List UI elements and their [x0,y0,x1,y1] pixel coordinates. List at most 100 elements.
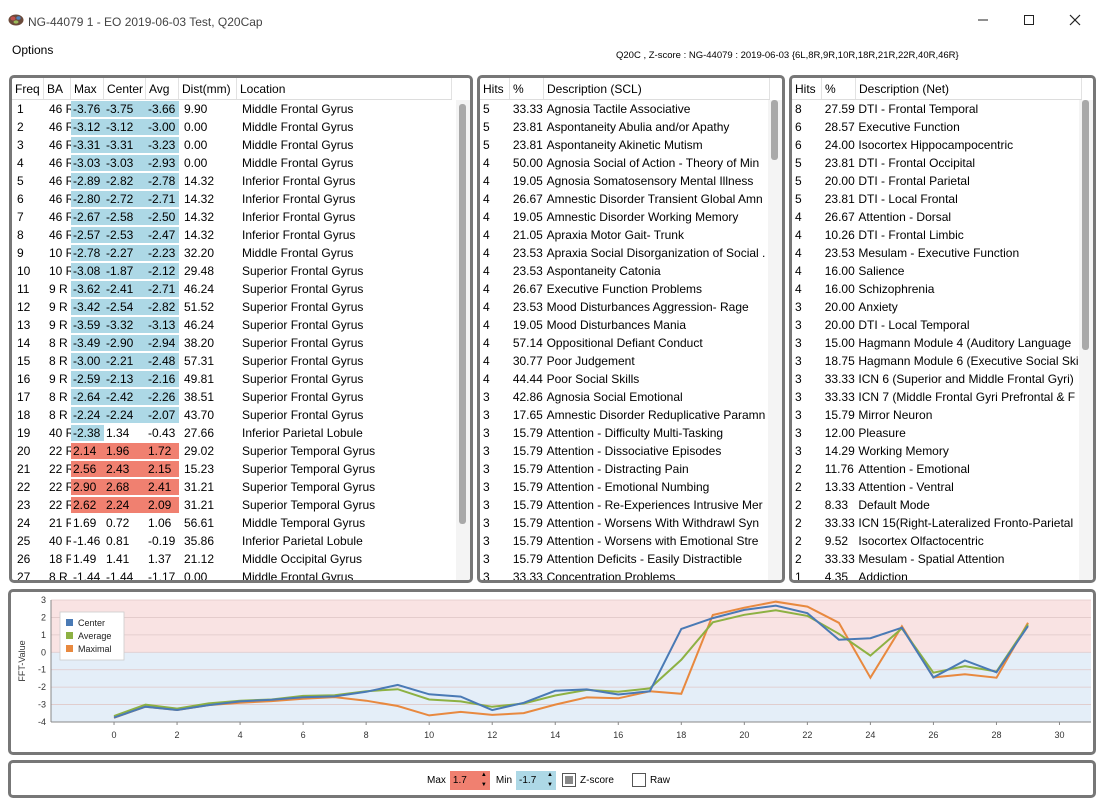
list-item[interactable]: 6 28.57 Executive Function [792,118,1079,136]
list-item[interactable]: 3 20.00 Anxiety [792,298,1079,316]
list-item[interactable]: 4 19.05 Amnestic Disorder Working Memory [480,208,768,226]
arrow-down-icon[interactable]: ▼ [481,782,487,788]
list-item[interactable]: 4 26.67 Attention - Dorsal [792,208,1079,226]
list-item[interactable]: 3 15.79 Attention - Dissociative Episodes [480,442,768,460]
region-scrollbar[interactable] [456,100,470,580]
list-item[interactable]: 5 33.33 Agnosia Tactile Associative [480,100,768,118]
list-item[interactable]: 4 57.14 Oppositional Defiant Conduct [480,334,768,352]
net-col-header[interactable]: Hits [792,78,822,99]
net-col-header[interactable]: Description (Net) [856,78,1082,99]
arrow-up-icon[interactable]: ▲ [481,772,487,778]
menu-options[interactable]: Options [12,43,53,57]
list-item[interactable]: 3 20.00 DTI - Local Temporal [792,316,1079,334]
region-col-header[interactable]: Avg [146,78,179,99]
table-row[interactable]: 1 46 R-3.76-3.75-3.66 9.90 Middle Frontal G… [12,100,456,118]
max-stepper-arrows[interactable]: ▲ ▼ [477,770,490,790]
list-item[interactable]: 3 15.79 Attention - Worsens with Emotional… [480,532,768,550]
table-row[interactable]: 18 8 R -2.24 -2.24 -2.07 43.70 Superior Fronta… [12,406,456,424]
raw-checkbox[interactable] [631,773,646,787]
table-row[interactable]: 12 9 R -3.42 -2.54 -2.82 51.52 Superior Fronta… [12,298,456,316]
table-row[interactable]: 23 22 R2.622.242.09 31.21 Superior Temporal… [12,496,456,514]
scl-col-header[interactable]: Description (SCL) [544,78,770,99]
list-item[interactable]: 4 16.00 Schizophrenia [792,280,1079,298]
minimize-button[interactable] [960,0,1006,40]
table-row[interactable]: 17 8 R -2.64 -2.42 -2.26 38.51 Superior Fronta… [12,388,456,406]
arrow-down-icon[interactable]: ▼ [547,782,553,788]
list-item[interactable]: 4 26.67 Executive Function Problems [480,280,768,298]
table-row[interactable]: 21 22 R2.562.432.15 15.23 Superior Temporal… [12,460,456,478]
table-row[interactable]: 27 8 R -1.44 -1.44 -1.17 0.00 Middle Frontal G… [12,568,456,580]
table-row[interactable]: 5 46 R-2.89-2.82-2.78 14.32 Inferior Fronta… [12,172,456,190]
region-col-header[interactable]: BA [44,78,71,99]
list-item[interactable]: 4 19.05 Mood Disturbances Mania [480,316,768,334]
list-item[interactable]: 2 8.33 Default Mode [792,496,1079,514]
table-row[interactable]: 20 22 R2.141.961.72 29.02 Superior Temporal… [12,442,456,460]
max-value[interactable]: 1.7 [449,770,478,790]
min-stepper[interactable]: -1.7 ▲ ▼ [516,770,557,790]
list-item[interactable]: 3 33.33 Concentration Problems [480,568,768,580]
zscore-checkbox[interactable] [562,773,577,787]
max-stepper[interactable]: 1.7 ▲ ▼ [449,770,490,790]
table-row[interactable]: 10 10 R-3.08-1.87-2.12 29.48 Superior Front… [12,262,456,280]
list-item[interactable]: 3 15.79 Attention - Worsens With Withdrawl… [480,514,768,532]
table-row[interactable]: 19 40 R-2.381.34 -0.43 27.66 Inferior Pariet… [12,424,456,442]
list-item[interactable]: 3 33.33 ICN 7 (Middle Frontal Gyri Prefron… [792,388,1079,406]
list-item[interactable]: 4 44.44 Poor Social Skills [480,370,768,388]
list-item[interactable]: 4 26.67 Amnestic Disorder Transient Global… [480,190,768,208]
region-col-header[interactable]: Location [237,78,452,99]
list-item[interactable]: 3 15.79 Attention Deficits - Easily Distra… [480,550,768,568]
region-col-header[interactable]: Freq [12,78,44,99]
list-item[interactable]: 3 12.00 Pleasure [792,424,1079,442]
table-row[interactable]: 246 R-3.12-3.12-3.000.00Middle Frontal G… [12,118,456,136]
list-item[interactable]: 4 30.77 Poor Judgement [480,352,768,370]
list-item[interactable]: 4 23.53 Mood Disturbances Aggression- Rage [480,298,768,316]
maximize-button[interactable] [1006,0,1052,40]
table-row[interactable]: 13 9 R -3.59 -3.32 -3.13 46.24 Superior Fronta… [12,316,456,334]
list-item[interactable]: 4 23.53 Aspontaneity Catonia [480,262,768,280]
list-item[interactable]: 3 17.65 Amnestic Disorder Reduplicative Pa… [480,406,768,424]
net-scrollbar-thumb[interactable] [1082,100,1089,350]
table-row[interactable]: 7 46 R-2.67-2.58-2.50 14.32 Inferior Fronta… [12,208,456,226]
list-item[interactable]: 5 23.81 Aspontaneity Abulia and/or Apathy [480,118,768,136]
list-item[interactable]: 4 21.05 Apraxia Motor Gait- Trunk [480,226,768,244]
table-row[interactable]: 446 R-3.03-3.03-2.930.00Middle Frontal G… [12,154,456,172]
list-item[interactable]: 3 15.79 Attention - Distracting Pain [480,460,768,478]
list-item[interactable]: 4 16.00 Salience [792,262,1079,280]
table-row[interactable]: 9 10 R-2.78-2.27-2.23 32.20 Middle Frontal … [12,244,456,262]
table-row[interactable]: 24 21 R1.69 0.72 1.06 56.61 Middle Temporal G… [12,514,456,532]
list-item[interactable]: 4 23.53 Mesulam - Executive Function [792,244,1079,262]
list-item[interactable]: 3 18.75 Hagmann Module 6 (Executive Social… [792,352,1079,370]
list-item[interactable]: 2 33.33 Mesulam - Spatial Attention [792,550,1079,568]
list-item[interactable]: 3 15.79 Attention - Re-Experiences Intrusi… [480,496,768,514]
region-scrollbar-thumb[interactable] [459,104,466,524]
list-item[interactable]: 5 23.81 Aspontaneity Akinetic Mutism [480,136,768,154]
list-item[interactable]: 1 4.35 Addiction [792,568,1079,580]
min-value[interactable]: -1.7 [516,770,545,790]
list-item[interactable]: 3 15.79 Attention - Difficulty Multi-Taski… [480,424,768,442]
list-item[interactable]: 5 23.81 DTI - Frontal Occipital [792,154,1079,172]
scl-col-header[interactable]: % [510,78,544,99]
list-item[interactable]: 4 10.26 DTI - Frontal Limbic [792,226,1079,244]
list-item[interactable]: 3 14.29 Working Memory [792,442,1079,460]
list-item[interactable]: 2 9.52 Isocortex Olfactocentric [792,532,1079,550]
net-col-header[interactable]: % [822,78,856,99]
net-scrollbar[interactable] [1079,100,1093,580]
list-item[interactable]: 5 23.81 DTI - Local Frontal [792,190,1079,208]
list-item[interactable]: 2 11.76 Attention - Emotional [792,460,1079,478]
table-row[interactable]: 346 R-3.31-3.31-3.230.00Middle Frontal G… [12,136,456,154]
list-item[interactable]: 3 42.86 Agnosia Social Emotional [480,388,768,406]
table-row[interactable]: 25 40 R-1.46 0.81 -0.19 35.86 Inferior Pariet… [12,532,456,550]
table-row[interactable]: 26 18 R1.49 1.41 1.37 21.12 Middle Occipital … [12,550,456,568]
close-button[interactable] [1052,0,1098,40]
region-col-header[interactable]: Dist(mm) [179,78,237,99]
arrow-up-icon[interactable]: ▲ [547,772,553,778]
scl-col-header[interactable]: Hits [480,78,510,99]
list-item[interactable]: 3 15.00 Hagmann Module 4 (Auditory Languag… [792,334,1079,352]
list-item[interactable]: 4 19.05 Agnosia Somatosensory Mental Illne… [480,172,768,190]
region-col-header[interactable]: Max [71,78,104,99]
list-item[interactable]: 4 50.00 Agnosia Social of Action - Theory … [480,154,768,172]
list-item[interactable]: 6 24.00 Isocortex Hippocampocentric [792,136,1079,154]
list-item[interactable]: 2 33.33 ICN 15(Right-Lateralized Fronto-Pa… [792,514,1079,532]
list-item[interactable]: 5 20.00 DTI - Frontal Parietal [792,172,1079,190]
table-row[interactable]: 16 9 R -2.59 -2.13 -2.16 49.81 Superior Fronta… [12,370,456,388]
